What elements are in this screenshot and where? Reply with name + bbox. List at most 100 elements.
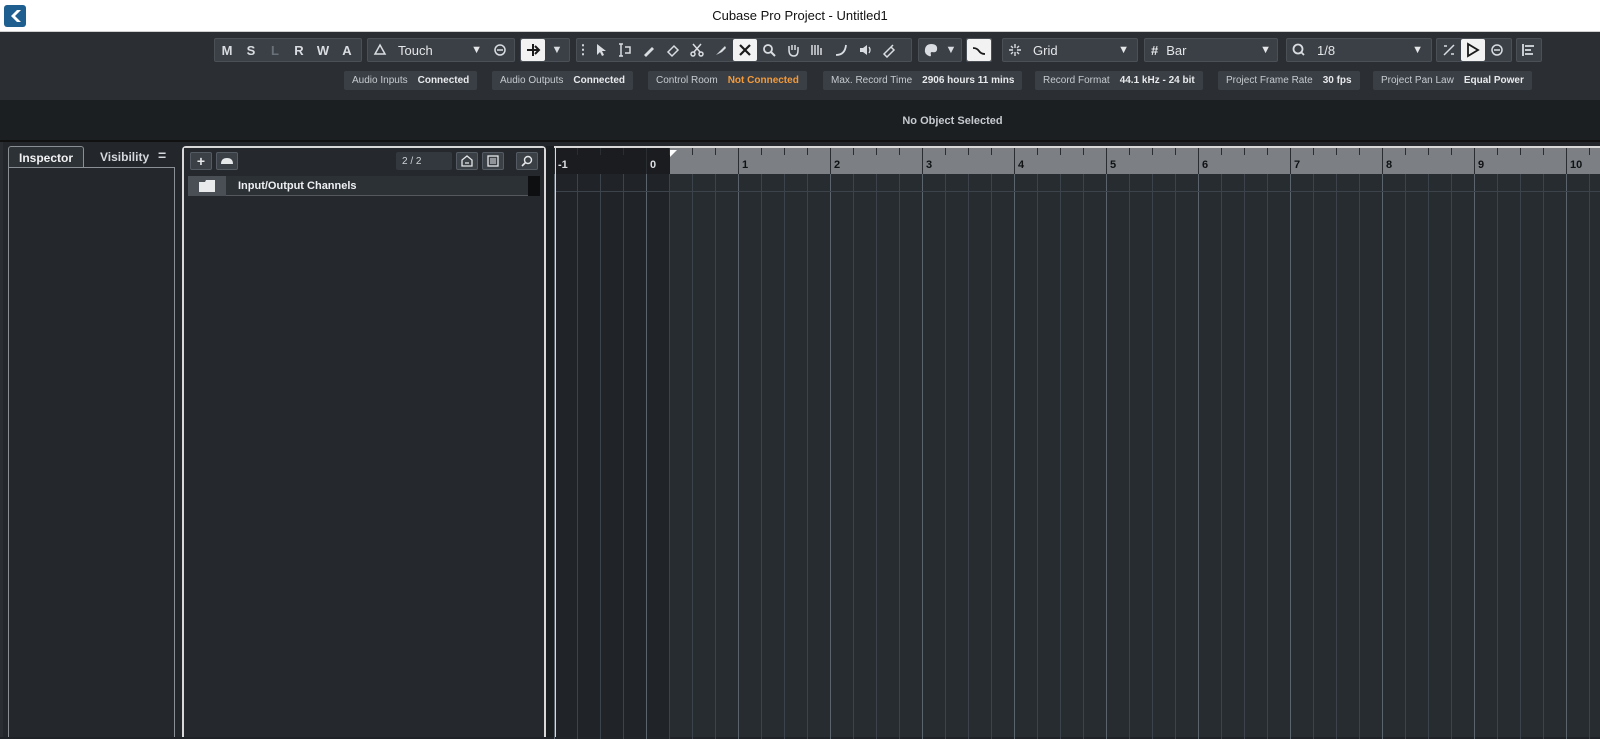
grid-line bbox=[1428, 174, 1429, 739]
quantize-apply-icon[interactable] bbox=[1461, 39, 1485, 61]
chevron-down-icon[interactable]: ▼ bbox=[545, 39, 569, 61]
ruler-tick bbox=[1474, 148, 1475, 174]
grid-hash-icon: # bbox=[1151, 42, 1159, 58]
grid-line bbox=[1221, 174, 1222, 739]
pre-roll-area bbox=[556, 174, 670, 739]
object-select-icon[interactable] bbox=[589, 39, 613, 61]
grid-line bbox=[1267, 174, 1268, 739]
ruler-bar-label: 6 bbox=[1202, 159, 1209, 171]
ruler-tick bbox=[922, 148, 923, 174]
chevron-down-icon: ▼ bbox=[1412, 44, 1423, 56]
mute-all-button[interactable]: M bbox=[215, 39, 239, 61]
quantize-dropdown[interactable]: 1/8 ▼ bbox=[1311, 39, 1429, 61]
split-icon[interactable] bbox=[685, 39, 709, 61]
status-control-room[interactable]: Control Room Not Connected bbox=[648, 71, 807, 90]
tab-inspector[interactable]: Inspector bbox=[8, 146, 85, 168]
suspend-automation-icon[interactable] bbox=[488, 39, 512, 61]
search-icon[interactable] bbox=[516, 152, 538, 170]
ruler[interactable]: -1 0 1 2 3 4 5 6 7 8 9 10 bbox=[554, 148, 1600, 174]
zoom-icon[interactable] bbox=[757, 39, 781, 61]
ruler-tick bbox=[1589, 148, 1590, 155]
snap-icon[interactable] bbox=[1003, 39, 1027, 61]
chevron-down-icon: ▼ bbox=[1118, 44, 1129, 56]
auto-apply-icon[interactable] bbox=[1485, 39, 1509, 61]
color-palette-icon[interactable] bbox=[919, 39, 943, 61]
splitter-handle[interactable] bbox=[544, 534, 547, 560]
status-frame-rate[interactable]: Project Frame Rate 30 fps bbox=[1218, 71, 1360, 90]
range-select-icon[interactable] bbox=[613, 39, 637, 61]
track-name[interactable]: Input/Output Channels bbox=[238, 180, 357, 192]
ruler-tick bbox=[1198, 148, 1199, 174]
event-display[interactable]: -1 0 1 2 3 4 5 6 7 8 9 10 bbox=[554, 146, 1600, 739]
ruler-bar-label: 1 bbox=[742, 159, 749, 171]
iterative-quantize-icon[interactable] bbox=[1437, 39, 1461, 61]
quantize-icon[interactable] bbox=[1287, 39, 1311, 61]
hand-icon[interactable] bbox=[781, 39, 805, 61]
grid-line bbox=[1497, 174, 1498, 739]
draw-icon[interactable] bbox=[637, 39, 661, 61]
track-list-settings-icon[interactable] bbox=[482, 152, 504, 170]
grip-icon: ⋮ bbox=[576, 42, 590, 57]
glue-icon[interactable] bbox=[709, 39, 733, 61]
grid-line bbox=[853, 174, 854, 739]
comp-icon[interactable] bbox=[805, 39, 829, 61]
erase-icon[interactable] bbox=[661, 39, 685, 61]
ruler-tick bbox=[1037, 148, 1038, 155]
track-list-header: + 2 / 2 bbox=[184, 148, 544, 174]
ruler-tick bbox=[876, 148, 877, 155]
zone-splitter[interactable] bbox=[546, 146, 554, 737]
ruler-bar-label: 9 bbox=[1478, 159, 1485, 171]
chevron-down-icon[interactable]: ▼ bbox=[943, 39, 959, 61]
ruler-bar-label: 8 bbox=[1386, 159, 1393, 171]
grid-value-group: # Bar ▼ bbox=[1144, 38, 1278, 62]
track-list: + 2 / 2 Input/Output Channels bbox=[182, 146, 546, 737]
ruler-tick bbox=[1359, 148, 1360, 155]
tool-buttons: ⋮ bbox=[576, 38, 912, 62]
read-button[interactable]: R bbox=[287, 39, 311, 61]
grid-value-dropdown[interactable]: # Bar ▼ bbox=[1145, 39, 1277, 61]
speaker-icon[interactable] bbox=[853, 39, 877, 61]
align-left-icon[interactable] bbox=[1517, 39, 1541, 61]
status-pan-law[interactable]: Project Pan Law Equal Power bbox=[1373, 71, 1532, 90]
ruler-tick bbox=[1451, 148, 1452, 155]
grid-type-dropdown[interactable]: Grid ▼ bbox=[1027, 39, 1135, 61]
ruler-tick bbox=[1083, 148, 1084, 155]
status-record-format[interactable]: Record Format 44.1 kHz - 24 bit bbox=[1035, 71, 1203, 90]
grid-line bbox=[876, 174, 877, 739]
color-icon[interactable] bbox=[877, 39, 901, 61]
automation-mode-group: Touch ▼ bbox=[367, 38, 515, 62]
visibility-agents-icon[interactable] bbox=[456, 152, 478, 170]
add-track-preset-icon[interactable] bbox=[216, 152, 238, 170]
automation-button[interactable]: A bbox=[335, 39, 359, 61]
ruler-tick bbox=[646, 148, 647, 174]
automation-mode-dropdown[interactable]: Touch ▼ bbox=[392, 39, 488, 61]
snap-curve-icon[interactable] bbox=[967, 39, 991, 61]
ruler-tick bbox=[1497, 148, 1498, 155]
status-audio-outputs[interactable]: Audio Outputs Connected bbox=[492, 71, 634, 90]
info-line-text: No Object Selected bbox=[902, 115, 1003, 127]
ruler-tick bbox=[1060, 148, 1061, 155]
tab-visibility[interactable]: Visibility bbox=[90, 146, 159, 168]
write-button[interactable]: W bbox=[311, 39, 335, 61]
grid-line bbox=[1106, 174, 1107, 739]
status-audio-inputs[interactable]: Audio Inputs Connected bbox=[344, 71, 478, 90]
grid-line bbox=[1290, 174, 1291, 739]
project-cursor-marker[interactable] bbox=[670, 150, 677, 157]
listen-button[interactable]: L bbox=[263, 39, 287, 61]
grid-line bbox=[1382, 174, 1383, 739]
ruler-bar-label: 5 bbox=[1110, 159, 1117, 171]
ruler-tick bbox=[1313, 148, 1314, 155]
status-max-record-time[interactable]: Max. Record Time 2906 hours 11 mins bbox=[823, 71, 1023, 90]
ruler-tick bbox=[830, 148, 831, 174]
ruler-tick bbox=[738, 148, 739, 174]
timewarp-icon[interactable] bbox=[829, 39, 853, 61]
solo-all-button[interactable]: S bbox=[239, 39, 263, 61]
left-zone-menu-icon[interactable]: = bbox=[158, 147, 166, 163]
automation-buttons: M S L R W A bbox=[214, 38, 362, 62]
grid-line bbox=[1037, 174, 1038, 739]
mute-tool-icon[interactable] bbox=[733, 39, 757, 61]
autoscroll-icon[interactable] bbox=[521, 39, 545, 61]
add-track-button[interactable]: + bbox=[190, 152, 212, 170]
track-row[interactable]: Input/Output Channels bbox=[188, 175, 540, 196]
ruler-tick bbox=[1014, 148, 1015, 174]
